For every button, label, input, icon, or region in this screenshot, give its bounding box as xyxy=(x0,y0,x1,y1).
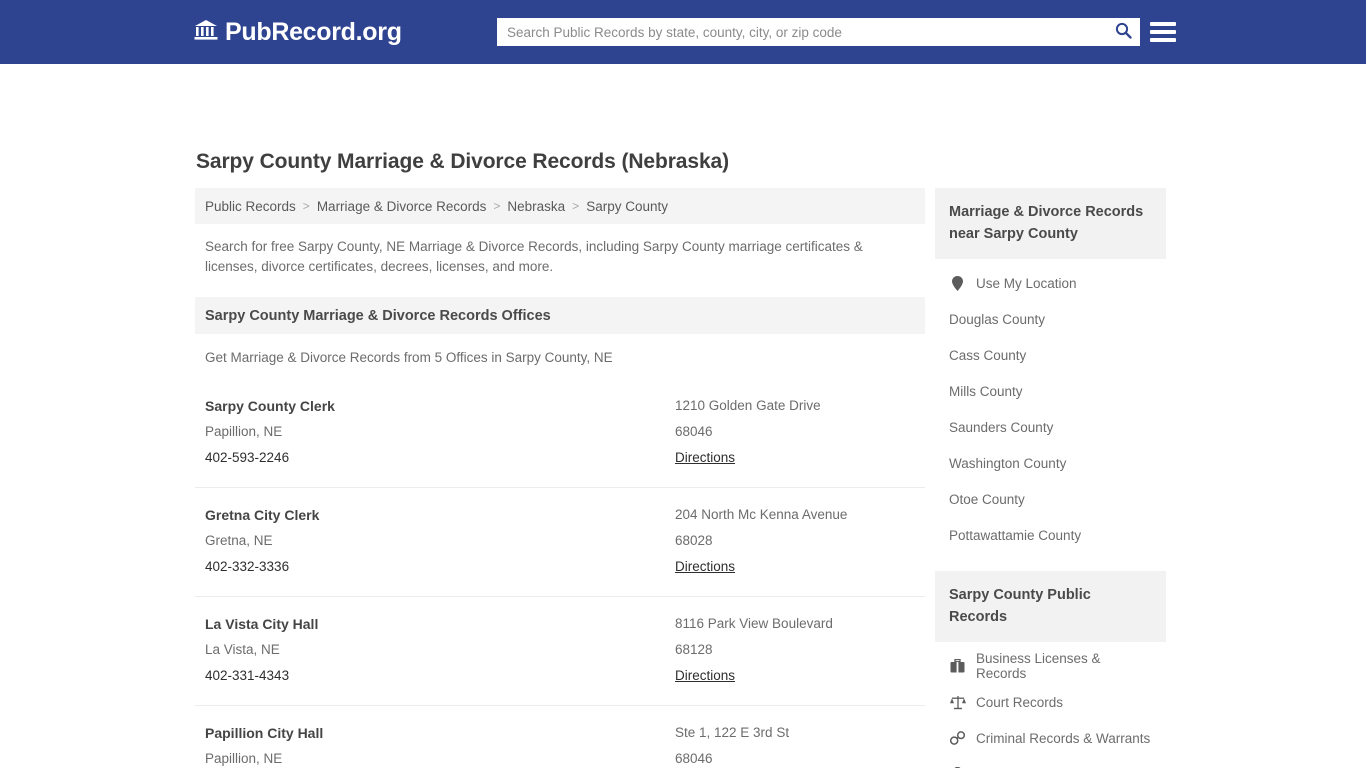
page-title: Sarpy County Marriage & Divorce Records … xyxy=(196,150,730,173)
sidebar-item-business-licenses[interactable]: Business Licenses & Records xyxy=(935,648,1166,684)
office-left-column: Sarpy County Clerk Papillion, NE 402-593… xyxy=(205,393,675,471)
office-zip: 68046 xyxy=(675,424,713,439)
brand-logo-link[interactable]: PubRecord.org xyxy=(194,18,402,46)
sidebar-item-washington-county[interactable]: Washington County xyxy=(935,445,1166,481)
sidebar-public-records-heading: Sarpy County Public Records xyxy=(935,571,1166,642)
office-right-column: 204 North Mc Kenna Avenue 68028 Directio… xyxy=(675,502,915,580)
offices-list: Sarpy County Clerk Papillion, NE 402-593… xyxy=(195,379,925,768)
sidebar-item-label: Criminal Records & Warrants xyxy=(976,730,1151,746)
office-right-column: Ste 1, 122 E 3rd St 68046 Directions xyxy=(675,720,915,768)
sidebar-item-douglas-county[interactable]: Douglas County xyxy=(935,301,1166,337)
office-phone: 402-332-3336 xyxy=(205,559,290,574)
brand-name: PubRecord.org xyxy=(225,18,402,46)
sidebar-public-records-block: Sarpy County Public Records Business Lic… xyxy=(935,571,1166,768)
sidebar-item-saunders-county[interactable]: Saunders County xyxy=(935,409,1166,445)
search-bar[interactable] xyxy=(497,18,1140,46)
sidebar-item-label: Pottawattamie County xyxy=(949,527,1082,543)
breadcrumb-item-marriage-divorce-records[interactable]: Marriage & Divorce Records xyxy=(317,199,487,214)
sidebar-item-label: Use My Location xyxy=(976,275,1077,291)
breadcrumb-item-public-records[interactable]: Public Records xyxy=(205,199,296,214)
office-left-column: Papillion City Hall Papillion, NE 402-59… xyxy=(205,720,675,768)
office-city: La Vista, NE xyxy=(205,642,280,657)
sidebar-item-label: Douglas County xyxy=(949,311,1046,327)
bank-building-icon xyxy=(194,19,218,46)
sidebar-item-cass-county[interactable]: Cass County xyxy=(935,337,1166,373)
hamburger-bar xyxy=(1150,22,1176,26)
sidebar-item-label: Court Records xyxy=(976,694,1064,710)
search-icon xyxy=(1115,22,1132,42)
intro-description: Search for free Sarpy County, NE Marriag… xyxy=(205,239,863,274)
directions-link[interactable]: Directions xyxy=(675,445,735,471)
breadcrumb-separator: > xyxy=(302,199,310,213)
office-name: Gretna City Clerk xyxy=(205,507,320,523)
hamburger-menu-icon[interactable] xyxy=(1150,20,1176,44)
scales-icon xyxy=(949,695,966,710)
handcuffs-icon xyxy=(949,731,966,745)
table-row: La Vista City Hall La Vista, NE 402-331-… xyxy=(195,596,925,705)
office-street: Ste 1, 122 E 3rd St xyxy=(675,725,790,740)
table-row: Papillion City Hall Papillion, NE 402-59… xyxy=(195,705,925,768)
office-phone: 402-331-4343 xyxy=(205,668,290,683)
office-zip: 68046 xyxy=(675,751,713,766)
sidebar-item-label: Mills County xyxy=(949,383,1023,399)
breadcrumb-separator: > xyxy=(493,199,501,213)
office-zip: 68128 xyxy=(675,642,713,657)
hamburger-bar xyxy=(1150,30,1176,34)
office-name: Sarpy County Clerk xyxy=(205,398,335,414)
sidebar-item-label: Saunders County xyxy=(949,419,1054,435)
search-button[interactable] xyxy=(1106,18,1140,46)
sidebar-item-mills-county[interactable]: Mills County xyxy=(935,373,1166,409)
main-content-column: Public Records > Marriage & Divorce Reco… xyxy=(195,188,925,768)
office-street: 8116 Park View Boulevard xyxy=(675,616,833,631)
search-input[interactable] xyxy=(497,18,1106,46)
sidebar-item-inmate-jail-records[interactable]: Inmate & Jail Records xyxy=(935,756,1166,768)
office-city: Papillion, NE xyxy=(205,751,283,766)
hamburger-bar xyxy=(1150,38,1176,42)
sidebar-item-label: Otoe County xyxy=(949,491,1025,507)
sidebar-item-pottawattamie-county[interactable]: Pottawattamie County xyxy=(935,517,1166,553)
sidebar-item-otoe-county[interactable]: Otoe County xyxy=(935,481,1166,517)
sidebar-nearby-heading: Marriage & Divorce Records near Sarpy Co… xyxy=(935,188,1166,259)
sidebar: Marriage & Divorce Records near Sarpy Co… xyxy=(935,188,1166,768)
office-left-column: La Vista City Hall La Vista, NE 402-331-… xyxy=(205,611,675,689)
sidebar-public-records-list: Business Licenses & Records Court Record… xyxy=(935,648,1166,768)
breadcrumb: Public Records > Marriage & Divorce Reco… xyxy=(195,188,925,224)
sidebar-nearby-list: Use My Location Douglas County Cass Coun… xyxy=(935,265,1166,553)
breadcrumb-item-sarpy-county: Sarpy County xyxy=(586,198,668,214)
directions-link[interactable]: Directions xyxy=(675,663,735,689)
sidebar-item-label: Washington County xyxy=(949,455,1067,471)
sidebar-item-label: Business Licenses & Records xyxy=(976,651,1101,681)
site-header: PubRecord.org xyxy=(0,0,1366,64)
office-right-column: 8116 Park View Boulevard 68128 Direction… xyxy=(675,611,915,689)
office-phone: 402-593-2246 xyxy=(205,450,290,465)
sidebar-item-use-my-location[interactable]: Use My Location xyxy=(935,265,1166,301)
office-right-column: 1210 Golden Gate Drive 68046 Directions xyxy=(675,393,915,471)
office-street: 1210 Golden Gate Drive xyxy=(675,398,821,413)
office-name: Papillion City Hall xyxy=(205,725,324,741)
office-zip: 68028 xyxy=(675,533,713,548)
map-pin-icon xyxy=(949,275,966,291)
table-row: Gretna City Clerk Gretna, NE 402-332-333… xyxy=(195,487,925,596)
offices-section-subheading: Get Marriage & Divorce Records from 5 Of… xyxy=(205,350,613,365)
office-street: 204 North Mc Kenna Avenue xyxy=(675,507,848,522)
office-left-column: Gretna City Clerk Gretna, NE 402-332-333… xyxy=(205,502,675,580)
sidebar-item-criminal-records[interactable]: Criminal Records & Warrants xyxy=(935,720,1166,756)
office-name: La Vista City Hall xyxy=(205,616,319,632)
office-city: Gretna, NE xyxy=(205,533,273,548)
breadcrumb-item-nebraska[interactable]: Nebraska xyxy=(507,199,565,214)
offices-section-heading: Sarpy County Marriage & Divorce Records … xyxy=(195,297,925,334)
sidebar-item-label: Cass County xyxy=(949,347,1027,363)
briefcase-icon xyxy=(949,659,966,673)
sidebar-item-court-records[interactable]: Court Records xyxy=(935,684,1166,720)
breadcrumb-separator: > xyxy=(572,199,580,213)
directions-link[interactable]: Directions xyxy=(675,554,735,580)
office-city: Papillion, NE xyxy=(205,424,283,439)
table-row: Sarpy County Clerk Papillion, NE 402-593… xyxy=(195,379,925,487)
